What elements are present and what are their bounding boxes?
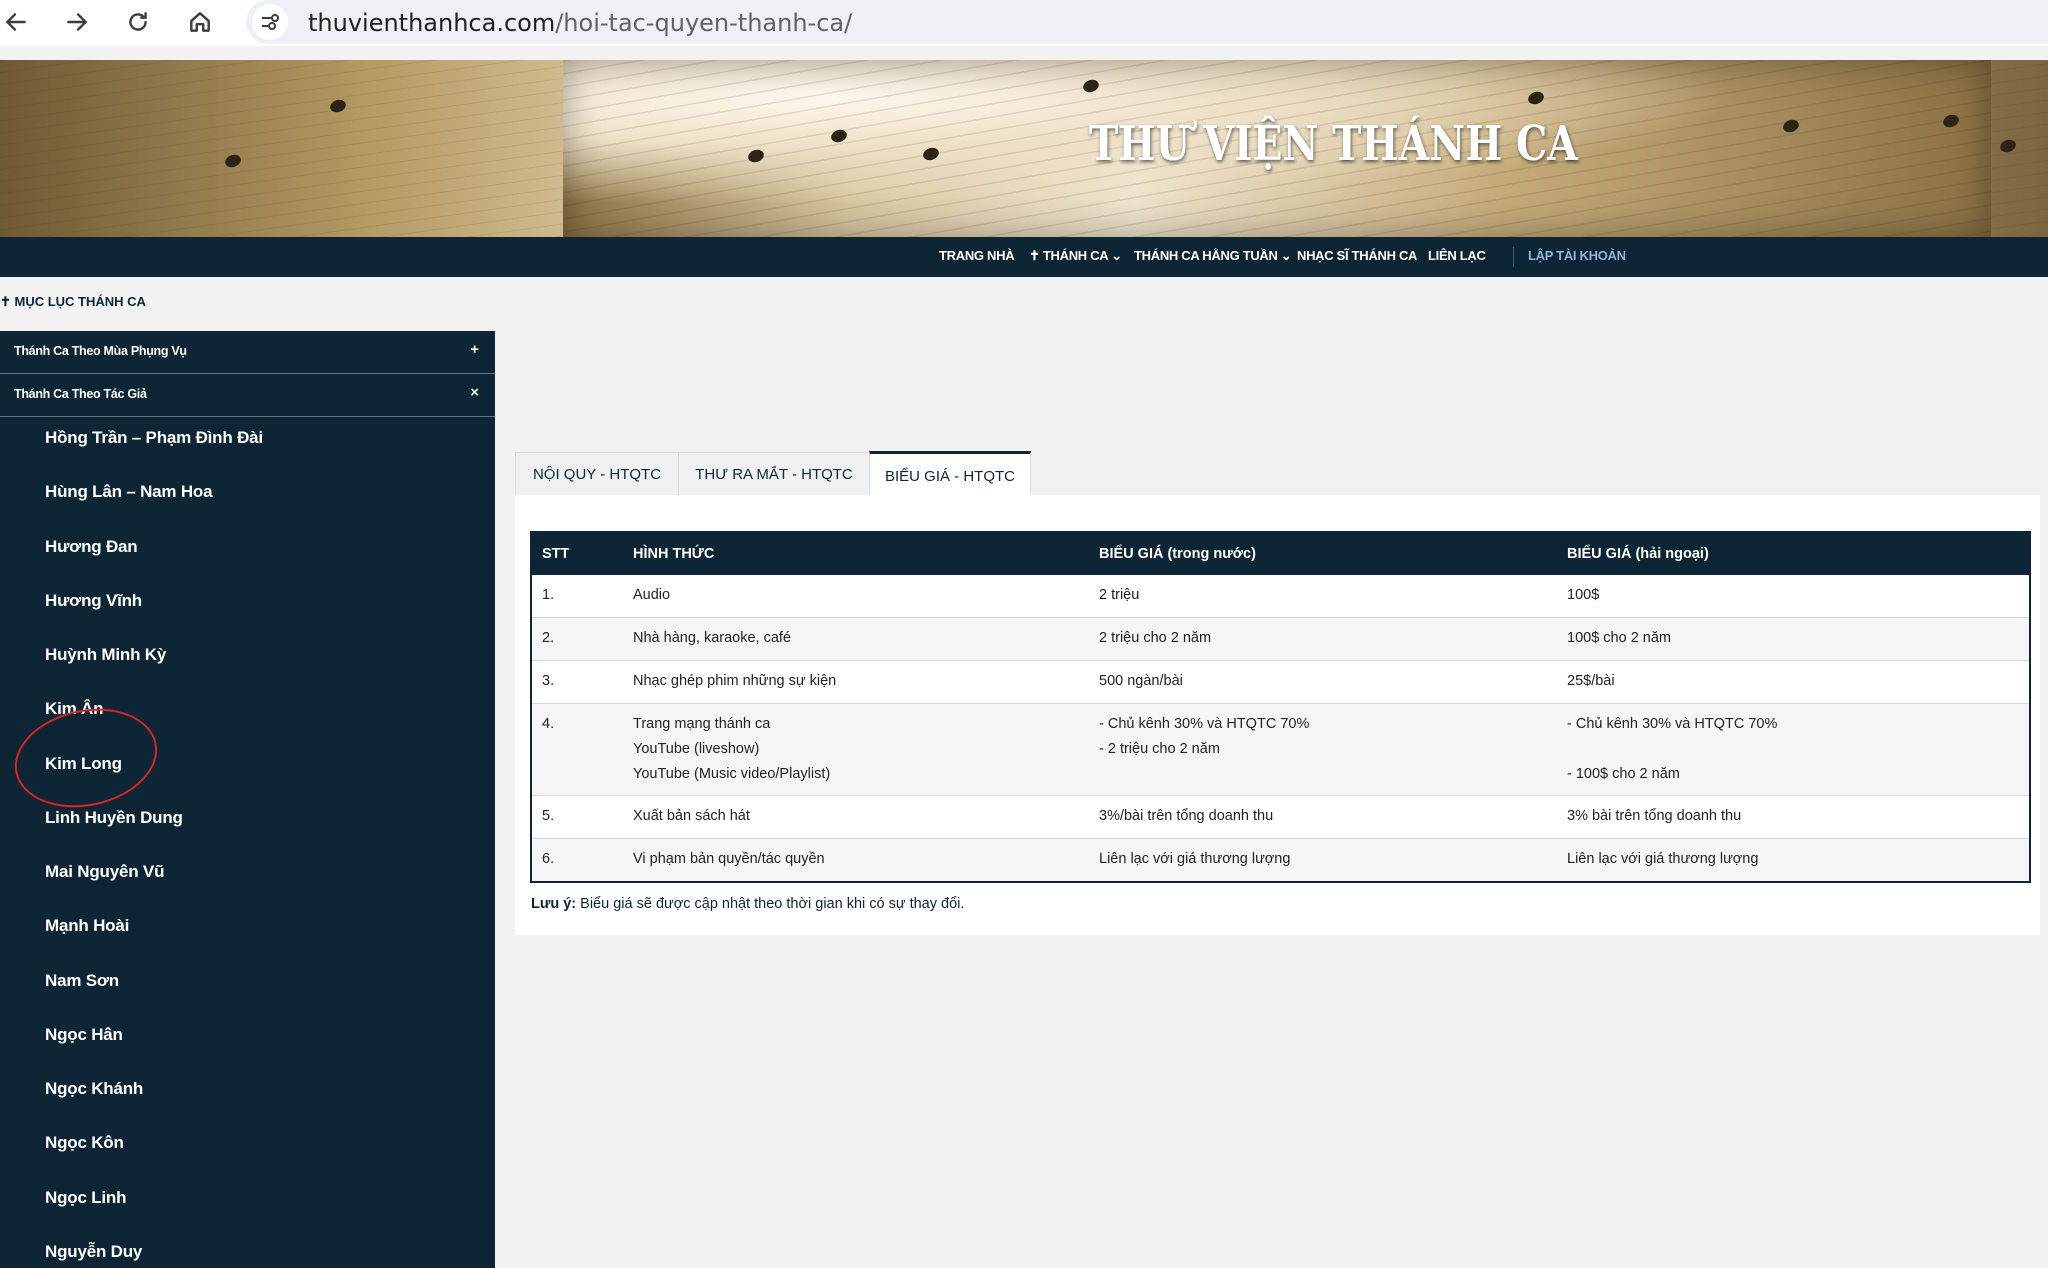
back-icon[interactable] xyxy=(0,2,36,42)
table-cell: Liên lạc với giá thương lượng xyxy=(1567,851,1759,867)
accordion-seasons[interactable]: Thánh Ca Theo Mùa Phụng Vụ + xyxy=(0,331,495,374)
site-banner xyxy=(0,60,2048,237)
nav-nhac-si-thanh-ca[interactable]: NHẠC SĨ THÁNH CA xyxy=(1297,248,1417,263)
author-link[interactable]: Hùng Lân – Nam Hoa xyxy=(45,482,213,502)
author-link[interactable]: Mạnh Hoài xyxy=(45,916,129,936)
author-link[interactable]: Huỳnh Minh Kỳ xyxy=(45,645,166,665)
table-cell: Trang mạng thánh ca YouTube (liveshow) Y… xyxy=(633,704,830,787)
author-link[interactable]: Ngọc Kôn xyxy=(45,1133,124,1153)
accordion-label: Thánh Ca Theo Mùa Phụng Vụ xyxy=(14,344,187,358)
home-icon[interactable] xyxy=(180,2,220,42)
site-info-icon[interactable] xyxy=(252,4,288,40)
table-row: 6. Vi phạm bản quyền/tác quyền Liên lạc … xyxy=(532,839,2029,881)
table-header-cell: STT xyxy=(542,546,570,562)
site-title[interactable]: THƯ VIỆN THÁNH CA xyxy=(1089,116,1578,172)
author-link[interactable]: Mai Nguyên Vũ xyxy=(45,862,164,882)
author-link[interactable]: Nam Sơn xyxy=(45,971,119,991)
table-row: 2. Nhà hàng, karaoke, café 2 triệu cho 2… xyxy=(532,618,2029,661)
author-link[interactable]: Ngọc Khánh xyxy=(45,1079,143,1099)
note-text: Biểu giá sẽ được cập nhật theo thời gian… xyxy=(576,896,965,912)
table-row: 4. Trang mạng thánh ca YouTube (liveshow… xyxy=(532,704,2029,796)
table-cell: Xuất bản sách hát xyxy=(633,808,750,824)
note-label: Lưu ý: xyxy=(531,896,577,912)
tab-noi-quy[interactable]: NỘI QUY - HTQTC xyxy=(515,452,679,495)
nav-trang-nha[interactable]: TRANG NHÀ xyxy=(939,248,1015,263)
table-row: 5. Xuất bản sách hát 3%/bài trên tổng do… xyxy=(532,796,2029,839)
author-link[interactable]: Ngọc Linh xyxy=(45,1188,127,1208)
cell-line: - Chủ kênh 30% và HTQTC 70% xyxy=(1567,716,1778,732)
main-navigation: TRANG NHÀ ✝ THÁNH CA ⌄ THÁNH CA HẰNG TUẦ… xyxy=(0,237,2048,277)
sidebar-title: ✝ MỤC LỤC THÁNH CA xyxy=(0,294,146,309)
table-cell: 3%/bài trên tổng doanh thu xyxy=(1099,808,1274,824)
nav-lien-lac[interactable]: LIÊN LẠC xyxy=(1428,248,1486,263)
table-cell: - Chủ kênh 30% và HTQTC 70% - 2 triệu ch… xyxy=(1099,704,1309,762)
table-header-cell: BIỂU GIÁ (trong nước) xyxy=(1099,546,1256,562)
forward-icon[interactable] xyxy=(57,2,97,42)
address-bar[interactable]: thuvienthanhca.com/hoi-tac-quyen-thanh-c… xyxy=(246,0,2048,44)
tab-thu-ra-mat[interactable]: THƯ RA MẮT - HTQTC xyxy=(678,452,870,495)
nav-create-account[interactable]: LẬP TÀI KHOẢN xyxy=(1528,248,1626,263)
price-note: Lưu ý: Biểu giá sẽ được cập nhật theo th… xyxy=(531,896,964,912)
cell-line: - 2 triệu cho 2 năm xyxy=(1099,741,1220,757)
table-cell: 2. xyxy=(542,630,555,646)
nav-divider xyxy=(1513,247,1514,267)
author-link[interactable]: Linh Huyền Dung xyxy=(45,808,183,828)
table-header-cell: BIỂU GIÁ (hải ngoại) xyxy=(1567,546,1709,562)
cell-line: YouTube (Music video/Playlist) xyxy=(633,766,831,782)
nav-thanh-ca-hang-tuan[interactable]: THÁNH CA HẰNG TUẦN ⌄ xyxy=(1134,248,1292,264)
table-cell: 2 triệu cho 2 năm xyxy=(1099,630,1212,646)
table-cell: 3. xyxy=(542,673,555,689)
table-cell: 100$ cho 2 năm xyxy=(1567,630,1671,646)
cell-line: - 100$ cho 2 năm xyxy=(1567,766,1680,782)
cell-line: - Chủ kênh 30% và HTQTC 70% xyxy=(1099,716,1310,732)
table-cell: 25$/bài xyxy=(1567,673,1615,689)
table-row: 1. Audio 2 triệu 100$ xyxy=(532,575,2029,618)
cell-line: Trang mạng thánh ca xyxy=(633,716,771,732)
table-cell: 6. xyxy=(542,851,555,867)
table-cell: Liên lạc với giá thương lượng xyxy=(1099,851,1291,867)
author-link[interactable]: Hương Vĩnh xyxy=(45,591,142,611)
table-cell: 100$ xyxy=(1567,587,1600,603)
table-cell: - Chủ kênh 30% và HTQTC 70% - 100$ cho 2… xyxy=(1567,704,1777,787)
table-cell: 4. xyxy=(542,716,555,732)
table-cell: Audio xyxy=(633,587,671,603)
cell-line xyxy=(1567,737,1777,762)
price-table: STT HÌNH THỨC BIỂU GIÁ (trong nước) BIỂU… xyxy=(530,531,2031,883)
table-cell: 3% bài trên tổng doanh thu xyxy=(1567,808,1742,824)
table-header-cell: HÌNH THỨC xyxy=(633,546,715,562)
browser-toolbar: thuvienthanhca.com/hoi-tac-quyen-thanh-c… xyxy=(0,0,2048,46)
close-icon[interactable]: × xyxy=(470,384,479,401)
table-cell: 5. xyxy=(542,808,555,824)
author-link[interactable]: Hồng Trần – Phạm Đình Đài xyxy=(45,428,263,448)
table-cell: 2 triệu xyxy=(1099,587,1140,603)
accordion-authors[interactable]: Thánh Ca Theo Tác Giả × xyxy=(0,374,495,417)
table-row: 3. Nhạc ghép phim những sự kiện 500 ngàn… xyxy=(532,661,2029,704)
url-text: thuvienthanhca.com/hoi-tac-quyen-thanh-c… xyxy=(308,9,853,37)
table-cell: Nhà hàng, karaoke, café xyxy=(633,630,791,646)
table-header-row: STT HÌNH THỨC BIỂU GIÁ (trong nước) BIỂU… xyxy=(532,533,2029,575)
author-link[interactable]: Nguyễn Duy xyxy=(45,1242,142,1262)
table-cell: Nhạc ghép phim những sự kiện xyxy=(633,673,837,689)
author-link[interactable]: Ngọc Hân xyxy=(45,1025,123,1045)
cell-line: YouTube (liveshow) xyxy=(633,741,760,757)
author-link[interactable]: Hương Đan xyxy=(45,537,138,557)
tab-bieu-gia[interactable]: BIỂU GIÁ - HTQTC xyxy=(869,451,1031,498)
table-cell: 1. xyxy=(542,587,555,603)
table-cell: 500 ngàn/bài xyxy=(1099,673,1183,689)
accordion-label: Thánh Ca Theo Tác Giả xyxy=(14,387,147,401)
nav-thanh-ca[interactable]: ✝ THÁNH CA ⌄ xyxy=(1029,248,1122,264)
table-cell: Vi phạm bản quyền/tác quyền xyxy=(633,851,825,867)
plus-icon[interactable]: + xyxy=(470,341,479,358)
reload-icon[interactable] xyxy=(118,2,158,42)
